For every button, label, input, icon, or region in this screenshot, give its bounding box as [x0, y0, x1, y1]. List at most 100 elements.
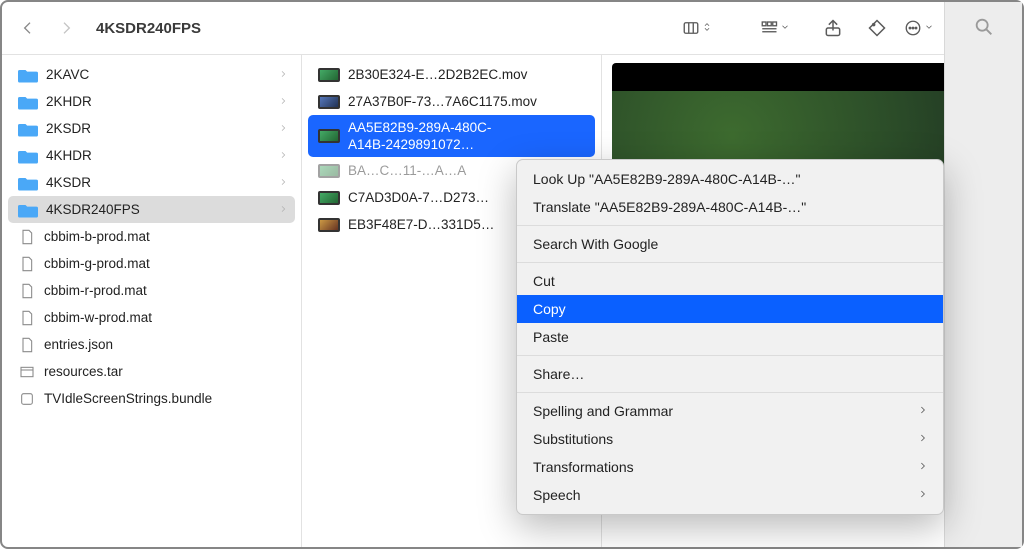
folder-icon: [18, 67, 38, 83]
document-icon: [18, 281, 36, 301]
sidebar-item-selected[interactable]: 4KSDR240FPS: [8, 196, 295, 223]
menu-transformations[interactable]: Transformations: [517, 453, 943, 481]
menu-label: Cut: [533, 273, 555, 289]
chevron-right-icon: [279, 94, 287, 109]
menu-label: Transformations: [533, 459, 634, 475]
menu-label: Spelling and Grammar: [533, 403, 673, 419]
tags-button[interactable]: [860, 13, 894, 43]
item-label: 4KSDR: [46, 175, 271, 190]
chevron-right-icon: [279, 202, 287, 217]
sidebar-item[interactable]: 2KSDR: [8, 115, 295, 142]
menu-separator: [517, 355, 943, 356]
file-item[interactable]: 2B30E324-E…2D2B2EC.mov: [308, 61, 595, 88]
chevron-right-icon: [918, 403, 927, 419]
menu-spelling-grammar[interactable]: Spelling and Grammar: [517, 397, 943, 425]
video-icon: [318, 164, 340, 178]
chevron-down-icon: [924, 20, 934, 37]
sidebar-item[interactable]: 4KHDR: [8, 142, 295, 169]
item-label: 2KHDR: [46, 94, 271, 109]
column-1: 2KAVC 2KHDR 2KSDR 4KHDR 4KSDR: [2, 55, 302, 547]
context-menu: Look Up "AA5E82B9-289A-480C-A14B-…" Tran…: [516, 159, 944, 515]
sidebar-item[interactable]: resources.tar: [8, 358, 295, 385]
menu-share[interactable]: Share…: [517, 360, 943, 388]
more-actions-button[interactable]: [904, 19, 934, 37]
up-down-chevron-icon: [702, 20, 712, 37]
document-icon: [18, 335, 36, 355]
menu-label: Search With Google: [533, 236, 658, 252]
menu-lookup[interactable]: Look Up "AA5E82B9-289A-480C-A14B-…": [517, 165, 943, 193]
sidebar-item[interactable]: entries.json: [8, 331, 295, 358]
menu-separator: [517, 392, 943, 393]
chevron-right-icon: [918, 431, 927, 447]
window-title: 4KSDR240FPS: [96, 20, 201, 37]
file-name-line1: AA5E82B9-289A-480C-: [348, 119, 491, 136]
item-label: 4KHDR: [46, 148, 271, 163]
document-icon: [18, 308, 36, 328]
video-icon: [318, 68, 340, 82]
item-label: cbbim-w-prod.mat: [44, 310, 287, 325]
video-icon: [318, 218, 340, 232]
folder-icon: [18, 94, 38, 110]
item-label: cbbim-r-prod.mat: [44, 283, 287, 298]
search-icon[interactable]: [973, 16, 995, 41]
menu-separator: [517, 262, 943, 263]
chevron-right-icon: [279, 148, 287, 163]
archive-icon: [18, 362, 36, 382]
sidebar-item[interactable]: 4KSDR: [8, 169, 295, 196]
menu-speech[interactable]: Speech: [517, 481, 943, 509]
sidebar-item[interactable]: 2KHDR: [8, 88, 295, 115]
item-label: 4KSDR240FPS: [46, 202, 271, 217]
group-by-button[interactable]: [760, 19, 790, 37]
view-columns-button[interactable]: [682, 19, 712, 37]
chevron-right-icon: [279, 175, 287, 190]
file-name: 27A37B0F-73…7A6C1175.mov: [348, 94, 587, 109]
menu-copy[interactable]: Copy: [517, 295, 943, 323]
folder-icon: [18, 121, 38, 137]
menu-label: Look Up "AA5E82B9-289A-480C-A14B-…": [533, 171, 801, 187]
video-icon: [318, 129, 340, 143]
menu-label: Share…: [533, 366, 584, 382]
chevron-right-icon: [279, 67, 287, 82]
file-name-line2: A14B-2429891072…: [348, 136, 491, 153]
back-button[interactable]: [14, 14, 42, 42]
item-label: entries.json: [44, 337, 287, 352]
file-name: AA5E82B9-289A-480C- A14B-2429891072…: [348, 119, 491, 153]
menu-label: Paste: [533, 329, 569, 345]
sidebar-item[interactable]: cbbim-b-prod.mat: [8, 223, 295, 250]
item-label: 2KSDR: [46, 121, 271, 136]
menu-label: Speech: [533, 487, 580, 503]
chevron-right-icon: [918, 459, 927, 475]
menu-separator: [517, 225, 943, 226]
sidebar-item[interactable]: 2KAVC: [8, 61, 295, 88]
video-icon: [318, 191, 340, 205]
menu-label: Copy: [533, 301, 566, 317]
sidebar-item[interactable]: cbbim-g-prod.mat: [8, 250, 295, 277]
forward-button[interactable]: [52, 14, 80, 42]
chevron-down-icon: [780, 20, 790, 37]
secondary-pane: [944, 2, 1022, 547]
share-button[interactable]: [816, 13, 850, 43]
menu-label: Translate "AA5E82B9-289A-480C-A14B-…": [533, 199, 806, 215]
finder-window: 4KSDR240FPS 2KAVC: [0, 0, 1024, 549]
menu-paste[interactable]: Paste: [517, 323, 943, 351]
sidebar-item[interactable]: cbbim-w-prod.mat: [8, 304, 295, 331]
item-label: resources.tar: [44, 364, 287, 379]
folder-icon: [18, 148, 38, 164]
document-icon: [18, 254, 36, 274]
item-label: cbbim-b-prod.mat: [44, 229, 287, 244]
menu-translate[interactable]: Translate "AA5E82B9-289A-480C-A14B-…": [517, 193, 943, 221]
menu-label: Substitutions: [533, 431, 613, 447]
menu-cut[interactable]: Cut: [517, 267, 943, 295]
file-name: 2B30E324-E…2D2B2EC.mov: [348, 67, 587, 82]
menu-substitutions[interactable]: Substitutions: [517, 425, 943, 453]
toolbar: 4KSDR240FPS: [2, 2, 1022, 54]
sidebar-item[interactable]: cbbim-r-prod.mat: [8, 277, 295, 304]
item-label: 2KAVC: [46, 67, 271, 82]
sidebar-item[interactable]: TVIdleScreenStrings.bundle: [8, 385, 295, 412]
file-item-selected[interactable]: AA5E82B9-289A-480C- A14B-2429891072…: [308, 115, 595, 157]
file-item[interactable]: 27A37B0F-73…7A6C1175.mov: [308, 88, 595, 115]
item-label: cbbim-g-prod.mat: [44, 256, 287, 271]
chevron-right-icon: [918, 487, 927, 503]
menu-search-google[interactable]: Search With Google: [517, 230, 943, 258]
video-icon: [318, 95, 340, 109]
